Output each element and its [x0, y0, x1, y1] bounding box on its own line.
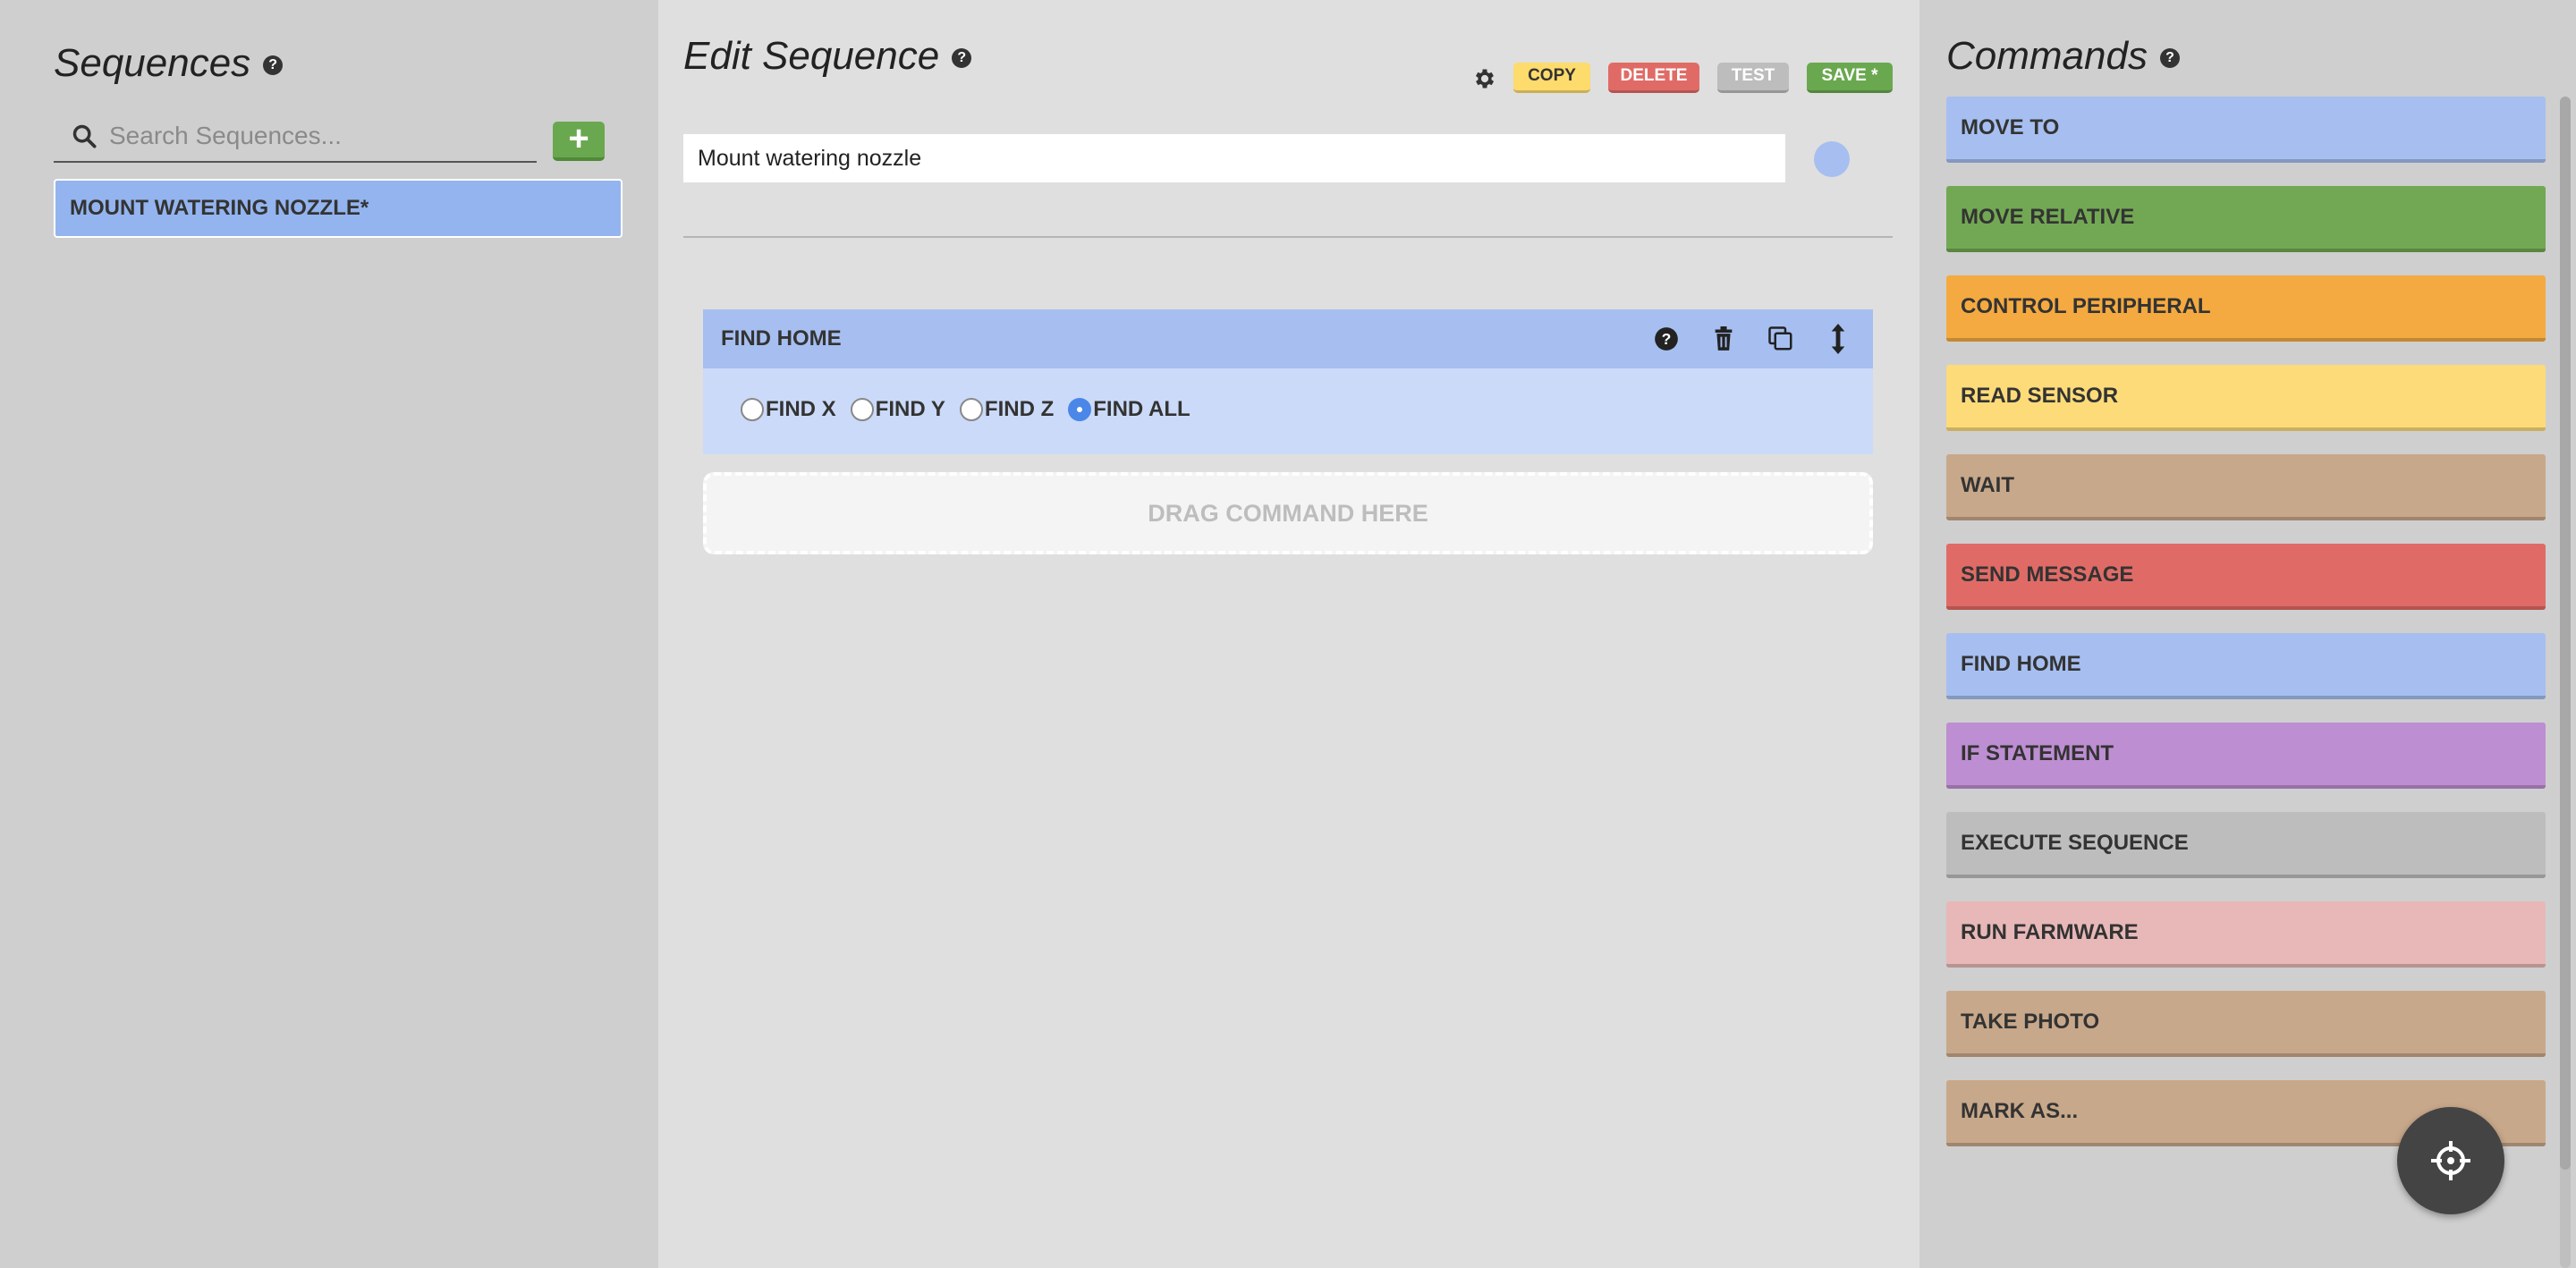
- step-body: FIND X FIND Y FIND Z FIND ALL: [703, 368, 1873, 454]
- sequences-panel: Sequences? + MOUNT WATERING NOZZLE*: [0, 0, 658, 1268]
- radio-find-all[interactable]: FIND ALL: [1068, 397, 1191, 422]
- radio-button[interactable]: [959, 398, 983, 421]
- sequence-name-input[interactable]: [683, 134, 1785, 182]
- radio-find-z[interactable]: FIND Z: [959, 397, 1055, 422]
- sequence-list-item[interactable]: MOUNT WATERING NOZZLE*: [54, 179, 623, 238]
- scrollbar-thumb[interactable]: [2560, 97, 2571, 1170]
- command-move-relative[interactable]: MOVE RELATIVE: [1946, 186, 2546, 252]
- command-wait[interactable]: WAIT: [1946, 454, 2546, 520]
- svg-text:?: ?: [1662, 330, 1672, 348]
- command-if-statement[interactable]: IF STATEMENT: [1946, 723, 2546, 789]
- radio-label: FIND Z: [984, 397, 1055, 421]
- search-icon: [72, 124, 97, 148]
- command-execute-sequence[interactable]: EXECUTE SEQUENCE: [1946, 812, 2546, 878]
- help-icon[interactable]: ?: [2159, 48, 2180, 69]
- command-list: MOVE TO MOVE RELATIVE CONTROL PERIPHERAL…: [1946, 97, 2546, 1170]
- command-control-peripheral[interactable]: CONTROL PERIPHERAL: [1946, 275, 2546, 342]
- edit-sequence-panel: Edit Sequence? COPY DELETE TEST SAVE * F…: [658, 0, 1919, 1268]
- delete-button[interactable]: DELETE: [1608, 63, 1699, 93]
- help-icon[interactable]: ?: [1653, 325, 1680, 352]
- command-take-photo[interactable]: TAKE PHOTO: [1946, 991, 2546, 1057]
- radio-label: FIND Y: [875, 397, 945, 421]
- radio-button[interactable]: [741, 398, 764, 421]
- vertical-arrows-icon[interactable]: [1825, 324, 1852, 354]
- sequence-step: FIND HOME ? FIND X FIND Y FIND Z FIND AL…: [703, 309, 1873, 454]
- step-actions: ?: [1623, 309, 1852, 368]
- command-find-home[interactable]: FIND HOME: [1946, 633, 2546, 699]
- crosshair-icon: [2431, 1141, 2470, 1180]
- help-icon[interactable]: ?: [952, 48, 972, 69]
- trash-icon[interactable]: [1710, 325, 1737, 352]
- search-input[interactable]: [109, 118, 530, 154]
- copy-button[interactable]: COPY: [1513, 63, 1590, 93]
- command-read-sensor[interactable]: READ SENSOR: [1946, 365, 2546, 431]
- gear-icon[interactable]: [1472, 66, 1497, 91]
- add-sequence-button[interactable]: +: [553, 119, 605, 161]
- step-header[interactable]: FIND HOME ?: [703, 309, 1873, 368]
- radio-find-x[interactable]: FIND X: [741, 397, 836, 422]
- search-box: [54, 113, 537, 163]
- find-axis-radio-group: FIND X FIND Y FIND Z FIND ALL: [741, 397, 1205, 422]
- test-button[interactable]: TEST: [1717, 63, 1789, 93]
- commands-panel: Commands? MOVE TO MOVE RELATIVE CONTROL …: [1919, 0, 2576, 1268]
- crosshair-button[interactable]: [2397, 1107, 2504, 1214]
- drag-command-drop-zone[interactable]: DRAG COMMAND HERE: [703, 472, 1873, 554]
- edit-sequence-title: Edit Sequence?: [683, 34, 972, 79]
- radio-label: FIND ALL: [1093, 397, 1191, 421]
- copy-icon[interactable]: [1767, 325, 1794, 352]
- radio-button[interactable]: [1068, 398, 1092, 421]
- edit-sequence-title-text: Edit Sequence: [683, 34, 940, 78]
- radio-button[interactable]: [850, 398, 874, 421]
- radio-find-y[interactable]: FIND Y: [850, 397, 945, 422]
- step-title: FIND HOME: [721, 326, 842, 351]
- sequences-title: Sequences?: [54, 41, 284, 86]
- radio-label: FIND X: [766, 397, 836, 421]
- plus-icon: +: [568, 119, 589, 158]
- scrollbar[interactable]: [2560, 97, 2571, 1268]
- commands-title-text: Commands: [1946, 34, 2148, 78]
- save-button[interactable]: SAVE *: [1807, 63, 1893, 93]
- sequences-title-text: Sequences: [54, 41, 251, 85]
- command-run-farmware[interactable]: RUN FARMWARE: [1946, 901, 2546, 968]
- command-move-to[interactable]: MOVE TO: [1946, 97, 2546, 163]
- color-picker[interactable]: [1814, 141, 1850, 177]
- commands-title: Commands?: [1946, 34, 2180, 79]
- divider: [683, 236, 1893, 238]
- help-icon[interactable]: ?: [263, 55, 284, 76]
- command-send-message[interactable]: SEND MESSAGE: [1946, 544, 2546, 610]
